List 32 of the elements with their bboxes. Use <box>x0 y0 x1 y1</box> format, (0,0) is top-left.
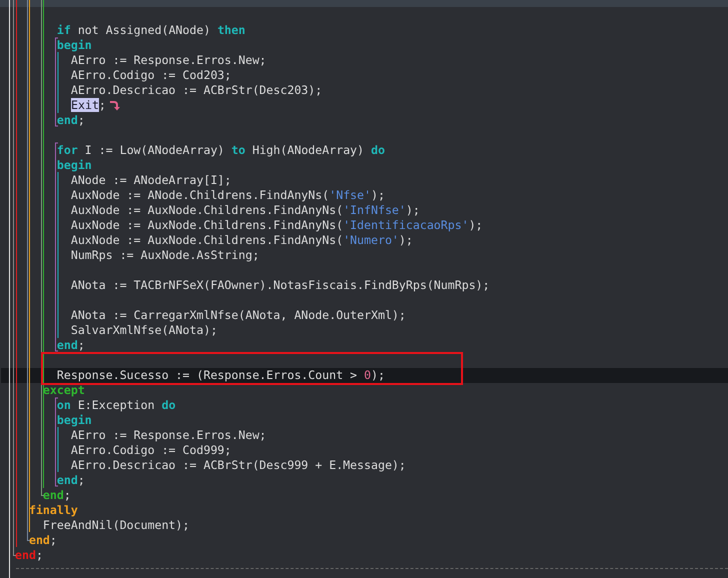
code-line: NumRps := AuxNode.AsString; <box>70 248 260 262</box>
code-line: begin <box>56 38 92 52</box>
code-line: AErro.Codigo := Cod203; <box>70 68 232 82</box>
code-line: end; <box>56 472 85 488</box>
code-line: ANota := TACBrNFSeX(FAOwner).NotasFiscais.FindByRps(NumRps); <box>70 278 490 292</box>
code-line: if not Assigned(ANode) then <box>56 22 246 38</box>
code-line: AuxNode := AuxNode.Childrens.FindAnyNs('IdentificacaoRps'); <box>70 218 483 232</box>
code-line: AErro.Codigo := Cod999; <box>70 442 232 458</box>
code-line: begin <box>56 158 92 172</box>
code-line: AuxNode := AuxNode.Childrens.FindAnyNs('InfNfse'); <box>70 202 420 218</box>
code-line: AErro := Response.Erros.New; <box>70 52 266 68</box>
code-line: on E:Exception do <box>56 398 176 412</box>
code-line: except <box>42 382 85 398</box>
code-line: finally <box>28 502 78 518</box>
code-line: ANode := ANodeArray[I]; <box>70 172 232 188</box>
code-line: end; <box>28 532 57 548</box>
code-line: SalvarXmlNfse(ANota); <box>70 322 218 338</box>
code-line: Exit; <box>71 98 106 112</box>
code-line: end; <box>56 112 85 128</box>
code-line: AuxNode := AuxNode.Childrens.FindAnyNs('Numero'); <box>70 232 413 248</box>
code-line: for I := Low(ANodeArray) to High(ANodeArray) do <box>56 142 385 158</box>
code-line: AErro.Descricao := ACBrStr(Desc203); <box>70 82 322 98</box>
code-line: AuxNode := ANode.Childrens.FindAnyNs('Nfse'); <box>70 188 385 202</box>
code-line: begin <box>56 412 92 428</box>
code-line: end; <box>15 548 43 562</box>
code-line: end; <box>56 338 85 352</box>
code-line: AErro := Response.Erros.New; <box>70 428 266 442</box>
code-line: ANota := CarregarXmlNfse(ANota, ANode.OuterXml); <box>70 308 406 322</box>
code-line: Response.Sucesso := (Response.Erros.Count > 0); <box>56 368 385 382</box>
code-line: end; <box>42 488 71 502</box>
code-line: AErro.Descricao := ACBrStr(Desc999 + E.Message); <box>70 458 406 472</box>
code-line: FreeAndNil(Document); <box>42 518 190 532</box>
